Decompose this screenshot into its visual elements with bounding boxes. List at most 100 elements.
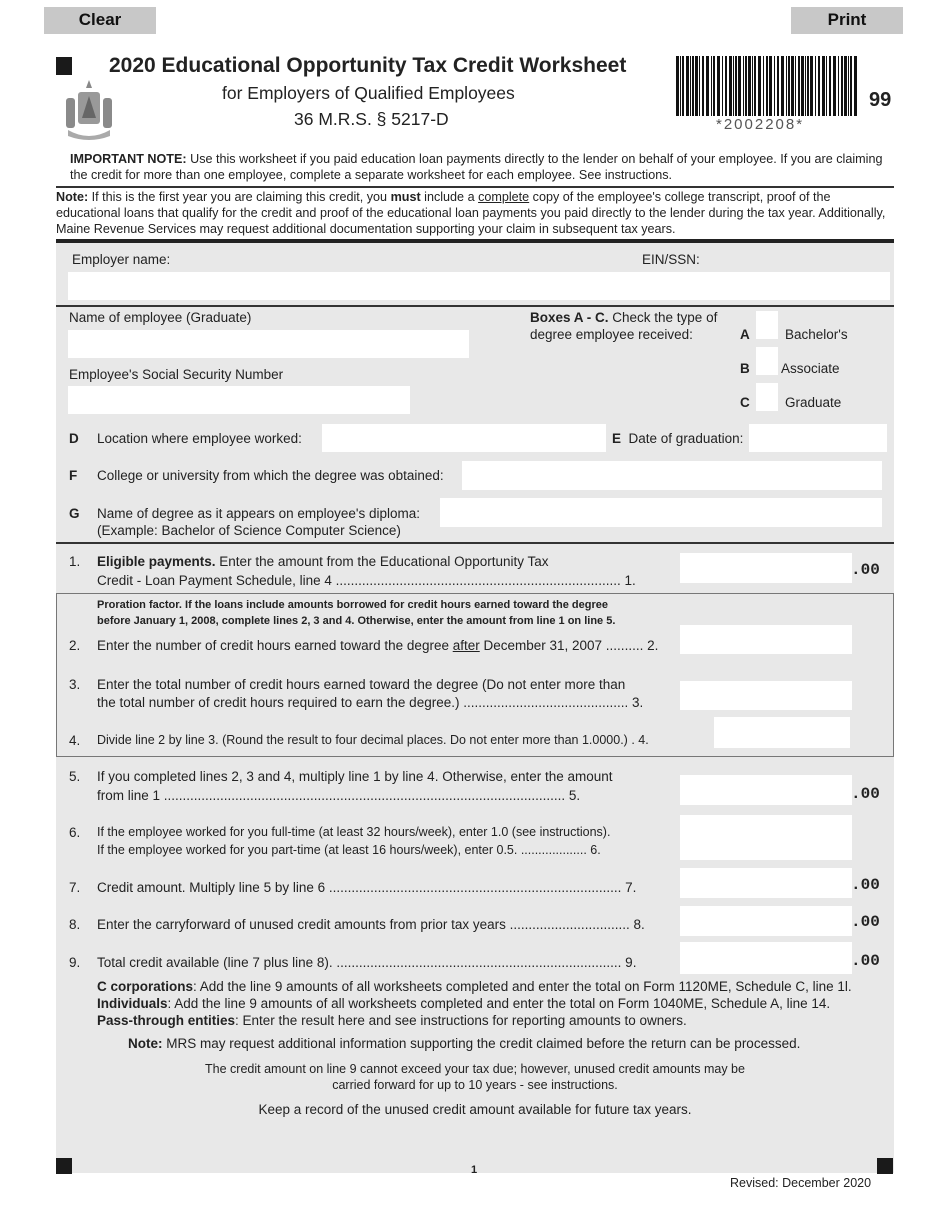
barcode-bar <box>733 56 734 116</box>
line-6-number: 6. <box>69 825 81 840</box>
registration-mark <box>877 1158 893 1174</box>
mrs-note-text: MRS may request additional information s… <box>162 1036 801 1051</box>
proration-instruction-1: Proration factor. If the loans include a… <box>97 599 608 611</box>
barcode-bar <box>769 56 772 116</box>
line-3-input[interactable] <box>680 681 852 710</box>
page-number: 1 <box>471 1164 478 1176</box>
barcode-bar <box>686 56 689 116</box>
line-5-cents: .00 <box>851 785 880 803</box>
carryforward-note-1: The credit amount on line 9 cannot excee… <box>205 1062 745 1076</box>
line-1-number: 1. <box>69 554 81 569</box>
record-keeping-note: Keep a record of the unused credit amoun… <box>258 1102 692 1117</box>
form-code: 99 <box>869 89 892 111</box>
barcode-bar <box>725 56 727 116</box>
line-9-input[interactable] <box>680 942 852 974</box>
line-e-letter: E <box>612 431 622 446</box>
note-emphasis: complete <box>478 190 530 204</box>
individuals-instruction: Individuals: Add the line 9 amounts of a… <box>97 995 830 1012</box>
barcode-bar <box>676 56 679 116</box>
page-subtitle: for Employers of Qualified Employees <box>222 83 515 103</box>
barcode-bar <box>682 56 684 116</box>
degree-checkbox-bachelors[interactable] <box>756 311 778 339</box>
barcode-bar <box>833 56 836 116</box>
location-input[interactable] <box>322 424 606 452</box>
barcode-bar <box>774 56 775 116</box>
barcode-bar <box>810 56 813 116</box>
barcode-bar <box>805 56 806 116</box>
line-5-number: 5. <box>69 769 81 784</box>
graduation-date-label: E Date of graduation: <box>612 430 743 447</box>
barcode-bar <box>735 56 737 116</box>
line-7-cents: .00 <box>851 876 880 894</box>
line-8-input[interactable] <box>680 906 852 936</box>
barcode-bar <box>854 56 857 116</box>
line-2-text: Enter the number of credit hours earned … <box>97 637 658 654</box>
c-corporations-instruction: C corporations: Add the line 9 amounts o… <box>97 978 852 995</box>
employee-name-label: Name of employee (Graduate) <box>69 310 252 325</box>
barcode-bar <box>706 56 709 116</box>
line-4-text: Divide line 2 by line 3. (Round the resu… <box>97 733 649 747</box>
line-6-text: If the employee worked for you full-time… <box>97 825 611 839</box>
worksheet-page: Clear Print 2020 Educational Opportunity… <box>0 0 950 1230</box>
important-note: IMPORTANT NOTE: Use this worksheet if yo… <box>70 151 890 183</box>
degree-letter-c: C <box>740 395 750 410</box>
barcode-bar <box>713 56 715 116</box>
barcode-bar <box>752 56 753 116</box>
page-title: 2020 Educational Opportunity Tax Credit … <box>109 54 627 77</box>
print-button[interactable]: Print <box>791 7 903 34</box>
line-4-number: 4. <box>69 733 81 748</box>
barcode-bar <box>807 56 809 116</box>
proration-instruction-2: before January 1, 2008, complete lines 2… <box>97 615 616 627</box>
barcode-bar <box>788 56 790 116</box>
college-label: College or university from which the deg… <box>97 468 444 483</box>
line-6-input[interactable] <box>680 815 852 860</box>
line-2-input[interactable] <box>680 625 852 654</box>
degree-name-input[interactable] <box>440 498 882 527</box>
line-1-input[interactable] <box>680 553 852 583</box>
employer-name-input[interactable] <box>68 272 642 300</box>
individuals-label: Individuals <box>97 996 168 1011</box>
line-4-input[interactable] <box>714 717 850 748</box>
graduation-date-input[interactable] <box>749 424 887 452</box>
line-5-text-2: from line 1 ............................… <box>97 788 581 803</box>
barcode-bar <box>818 56 820 116</box>
line-g-letter: G <box>69 506 80 521</box>
barcode-bar <box>848 56 849 116</box>
barcode-bar <box>786 56 787 116</box>
mrs-note: Note: MRS may request additional informa… <box>128 1035 800 1052</box>
degree-name-label: Name of degree as it appears on employee… <box>97 506 421 521</box>
barcode-bar <box>738 56 741 116</box>
line-3-number: 3. <box>69 677 81 692</box>
important-note-label: IMPORTANT NOTE: <box>70 152 187 166</box>
c-corporations-label: C corporations <box>97 979 194 994</box>
pass-through-label: Pass-through entities <box>97 1013 236 1028</box>
line-d-letter: D <box>69 431 79 446</box>
line-7-input[interactable] <box>680 868 852 898</box>
line-1-text-2: Credit - Loan Payment Schedule, line 4 .… <box>97 573 636 588</box>
barcode <box>676 56 857 116</box>
barcode-bar <box>729 56 732 116</box>
line-5-input[interactable] <box>680 775 852 805</box>
statute-reference: 36 M.R.S. § 5217-D <box>294 109 449 129</box>
barcode-bar <box>801 56 804 116</box>
employee-name-input[interactable] <box>68 330 469 358</box>
barcode-bar <box>838 56 839 116</box>
degree-checkbox-associate[interactable] <box>756 347 778 375</box>
line-7-text: Credit amount. Multiply line 5 by line 6… <box>97 880 637 895</box>
line-2-desc: Enter the number of credit hours earned … <box>97 638 453 653</box>
divider <box>56 542 894 544</box>
barcode-bar <box>815 56 816 116</box>
employee-ssn-input[interactable] <box>68 386 410 414</box>
mrs-note-label: Note: <box>128 1036 163 1051</box>
line-9-text: Total credit available (line 7 plus line… <box>97 955 637 970</box>
clear-button[interactable]: Clear <box>44 7 156 34</box>
barcode-bar <box>791 56 794 116</box>
barcode-bar <box>717 56 720 116</box>
college-input[interactable] <box>462 461 882 490</box>
ein-ssn-input[interactable] <box>640 272 890 300</box>
registration-mark <box>56 1158 72 1174</box>
note-emphasis: must <box>390 190 421 204</box>
boxes-text: Check the type of <box>608 310 718 325</box>
degree-checkbox-graduate[interactable] <box>756 383 778 411</box>
barcode-bar <box>695 56 698 116</box>
